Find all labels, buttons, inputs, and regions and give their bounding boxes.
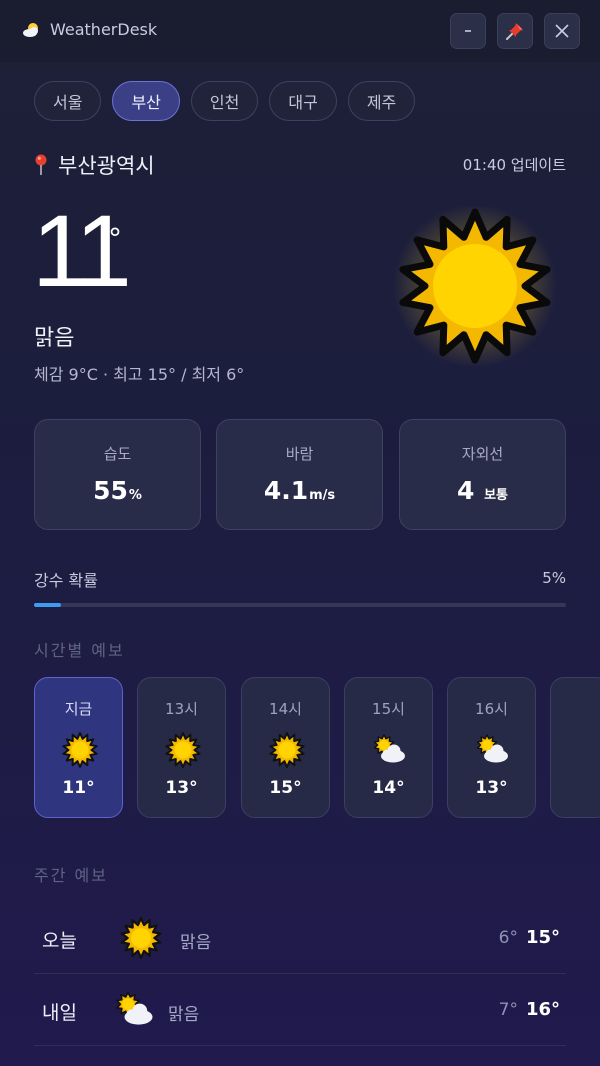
wind-value: 4.1m/s (263, 476, 336, 505)
partly-cloudy-icon (373, 734, 405, 763)
feels-like-summary: 체감 9°C · 최고 15° / 최저 6° (34, 365, 245, 384)
day-icon (120, 917, 162, 959)
hourly-forecast-title: 시간별 예보 (34, 641, 125, 660)
degree-symbol: ° (108, 222, 122, 255)
day-icon (114, 989, 156, 1031)
city-tabs: 서울 부산 인천 대구 제주 (34, 81, 416, 121)
rain-probability-bar (34, 603, 566, 607)
pushpin-icon (506, 23, 523, 40)
close-icon (555, 24, 569, 38)
day-name: 오늘 (42, 930, 77, 952)
hour-time: 14시 (269, 700, 302, 718)
sun-icon (165, 732, 201, 768)
hour-temp: 11° (62, 778, 95, 798)
rain-probability-fill (34, 603, 61, 607)
title-bar: WeatherDesk (0, 0, 600, 62)
rain-probability-label: 강수 확률 (34, 571, 98, 590)
hour-card[interactable]: 13시 13° (137, 677, 226, 818)
hour-card[interactable]: 16시 13° (447, 677, 536, 818)
hour-card[interactable]: 지금 11° (34, 677, 123, 818)
day-condition: 맑음 (180, 933, 212, 953)
wind-label: 바람 (285, 445, 314, 463)
cloud-icon (23, 23, 38, 37)
city-tab-daegu[interactable]: 대구 (269, 81, 337, 121)
close-button[interactable] (544, 13, 580, 49)
hour-temp: 13° (165, 778, 198, 798)
rain-probability-value: 5% (542, 569, 566, 587)
wind-card: 바람 4.1m/s (216, 419, 383, 530)
location-name: 부산광역시 (58, 154, 155, 178)
hour-icon (372, 732, 408, 768)
city-tab-seoul[interactable]: 서울 (34, 81, 102, 121)
humidity-label: 습도 (103, 445, 132, 463)
updated-time: 01:40 업데이트 (462, 156, 566, 174)
day-high-temp: 15° (525, 927, 560, 948)
city-tab-busan[interactable]: 부산 (112, 81, 180, 121)
partly-cloudy-icon (116, 991, 153, 1025)
humidity-card: 습도 55% (34, 419, 201, 530)
day-row[interactable]: 내일 맑음 7° 16° (34, 974, 566, 1046)
hour-icon (165, 732, 201, 768)
hour-icon (62, 732, 98, 768)
partly-cloudy-icon (476, 734, 508, 763)
hour-temp: 14° (372, 778, 405, 798)
minimize-icon (465, 30, 471, 32)
day-name: 내일 (42, 1002, 77, 1024)
hour-time: 13시 (165, 700, 198, 718)
hour-icon (269, 732, 305, 768)
hour-card-partial[interactable] (550, 677, 600, 818)
weekly-forecast-title: 주간 예보 (34, 866, 108, 885)
day-low-temp: 7° (498, 1000, 518, 1020)
hour-card[interactable]: 15시 14° (344, 677, 433, 818)
sun-icon (62, 732, 98, 768)
humidity-value: 55% (93, 476, 142, 505)
hour-icon (475, 732, 511, 768)
hour-time: 16시 (475, 700, 508, 718)
sun-icon (393, 206, 557, 366)
app-title: WeatherDesk (50, 20, 158, 39)
hour-temp: 13° (475, 778, 508, 798)
sun-icon (120, 917, 162, 959)
day-condition: 맑음 (168, 1005, 200, 1025)
day-low-temp: 6° (498, 928, 518, 948)
hour-temp: 15° (269, 778, 302, 798)
sun-icon (269, 732, 305, 768)
city-tab-jeju[interactable]: 제주 (347, 81, 416, 121)
current-condition: 맑음 (34, 326, 75, 351)
uv-card: 자외선 4 보통 (399, 419, 566, 530)
location-pin-icon (35, 154, 47, 175)
day-row[interactable]: 오늘 맑음 6° 15° (34, 902, 566, 974)
pin-button[interactable] (497, 13, 533, 49)
minimize-button[interactable] (450, 13, 486, 49)
city-tab-incheon[interactable]: 인천 (190, 81, 259, 121)
location: 부산광역시 (34, 150, 155, 180)
uv-label: 자외선 (461, 445, 504, 463)
hour-time: 15시 (372, 700, 405, 718)
hour-time: 지금 (64, 700, 93, 718)
hour-card[interactable]: 14시 15° (241, 677, 330, 818)
uv-value: 4 보통 (456, 476, 509, 505)
day-high-temp: 16° (525, 999, 560, 1020)
